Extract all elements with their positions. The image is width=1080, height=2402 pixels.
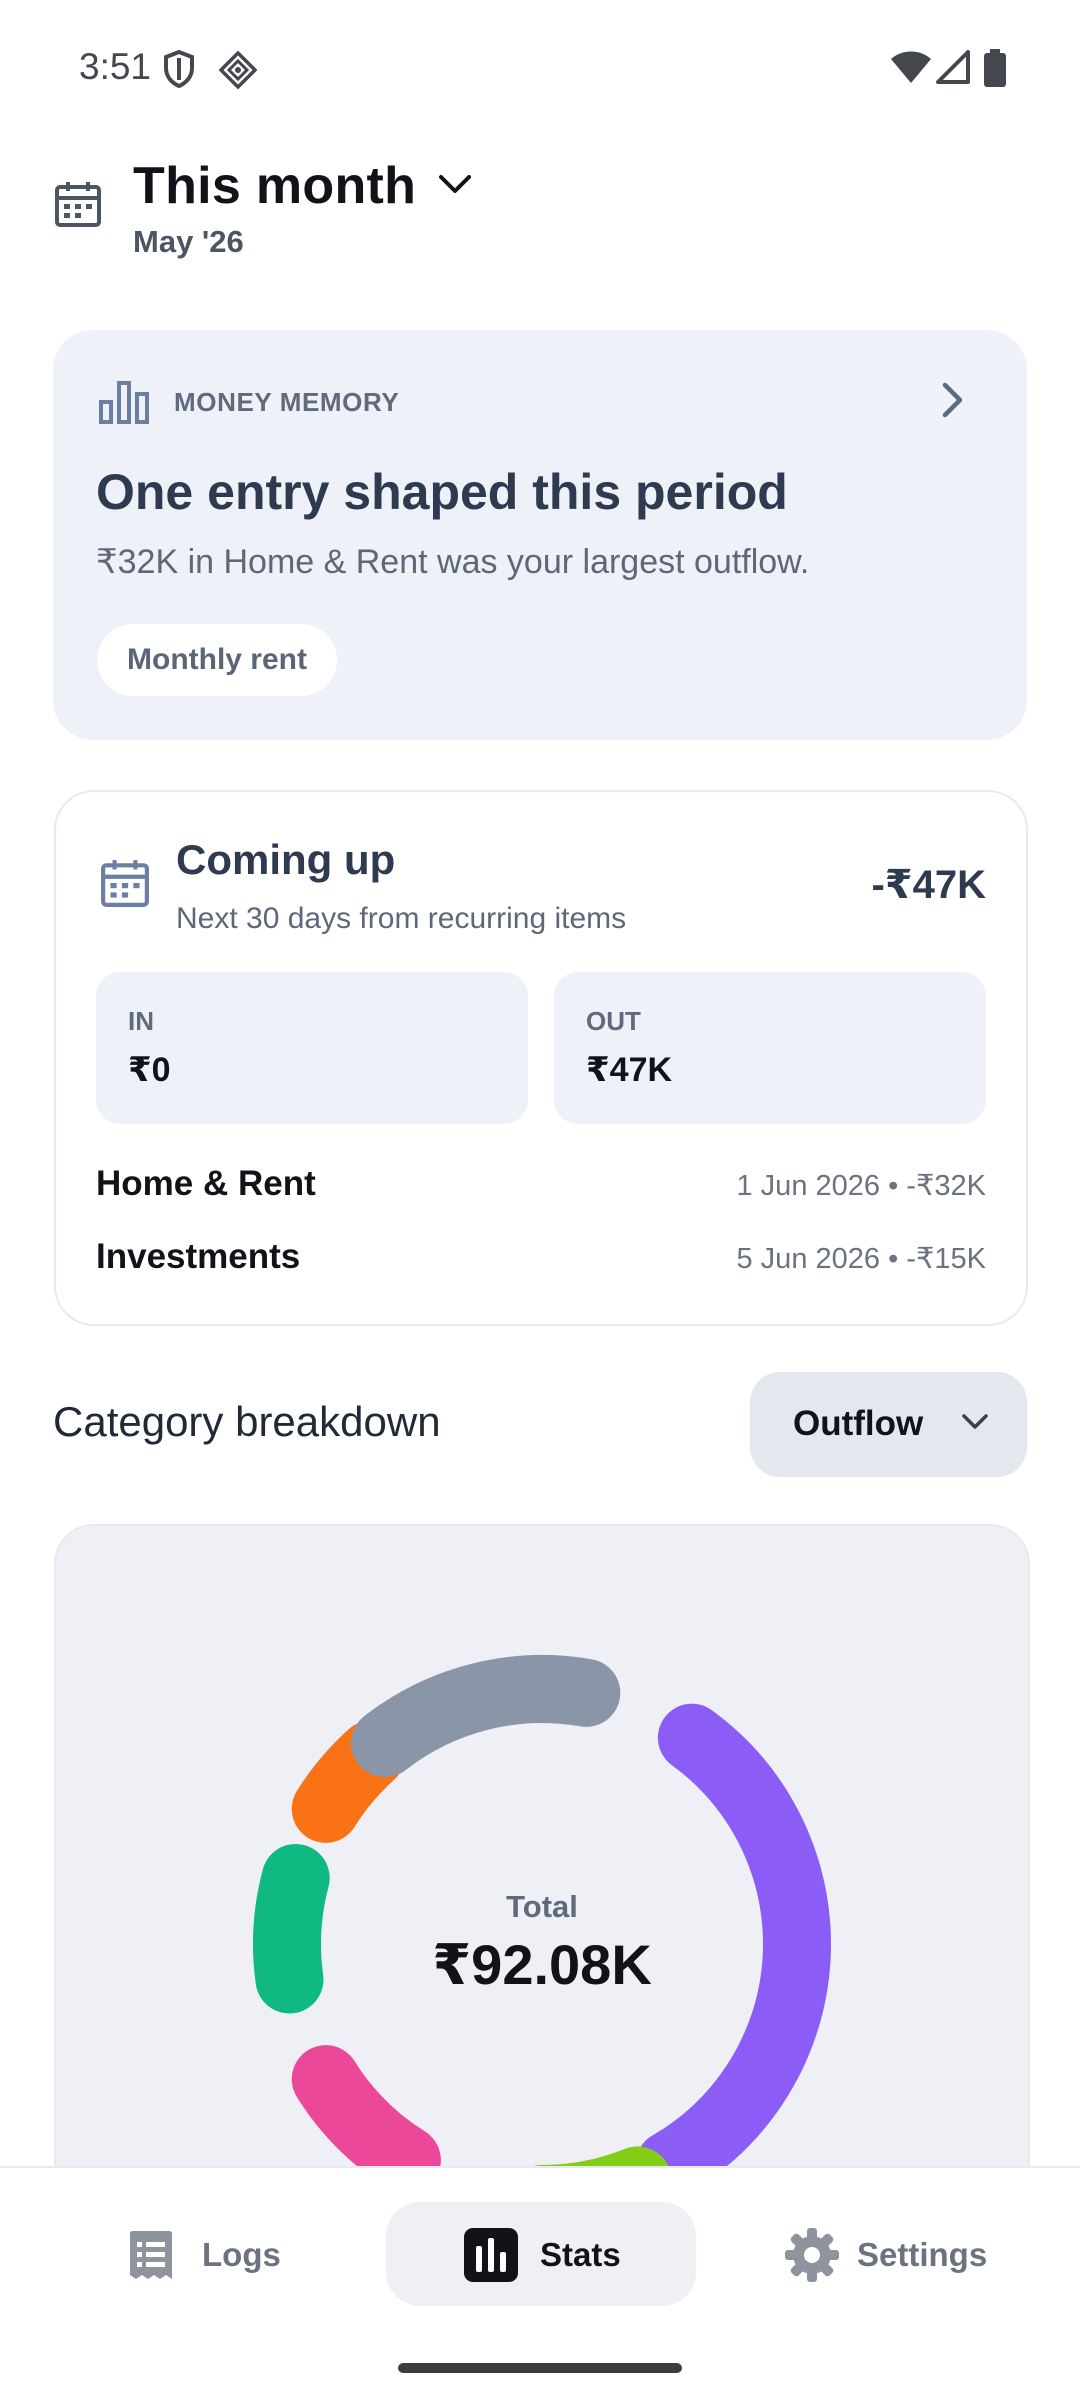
nav-item-settings[interactable]: Settings <box>780 2202 1010 2306</box>
donut-total-label: Total <box>506 1889 578 1924</box>
nav-label-logs: Logs <box>202 2236 281 2273</box>
period-subtitle: May '26 <box>133 224 244 259</box>
donut-segment[interactable] <box>351 1655 621 1778</box>
category-breakdown-title: Category breakdown <box>53 1398 441 1445</box>
money-memory-card[interactable]: MONEY MEMORY One entry shaped this perio… <box>53 330 1027 740</box>
battery-icon <box>984 49 1006 87</box>
flow-type-value: Outflow <box>793 1404 924 1443</box>
coming-up-title: Coming up <box>176 836 396 883</box>
outflow-summary: OUT ₹47K <box>554 972 986 1124</box>
donut-chart <box>253 1655 831 2233</box>
cellular-signal-icon <box>936 50 970 84</box>
shield-icon <box>164 50 194 88</box>
status-time: 3:51 <box>79 46 152 87</box>
outflow-value: ₹47K <box>586 1051 673 1089</box>
vpn-diamond-icon <box>219 51 257 89</box>
recurring-item-name: Home & Rent <box>96 1164 316 1203</box>
gear-icon <box>785 2228 839 2282</box>
recurring-item-meta: 1 Jun 2026 • -₹32K <box>736 1170 987 1202</box>
nav-item-stats[interactable]: Stats <box>386 2202 696 2306</box>
calendar-icon <box>101 860 149 907</box>
donut-total-value: ₹92.08K <box>432 1933 652 1996</box>
coming-up-subtitle: Next 30 days from recurring items <box>176 902 627 935</box>
money-memory-description: ₹32K in Home & Rent was your largest out… <box>96 543 810 581</box>
nav-label-stats: Stats <box>540 2236 621 2273</box>
inflow-label: IN <box>128 1006 154 1036</box>
money-memory-label: MONEY MEMORY <box>174 387 400 417</box>
list-item[interactable]: Home & Rent 1 Jun 2026 • -₹32K <box>96 1164 986 1214</box>
inflow-value: ₹0 <box>128 1051 171 1089</box>
home-indicator <box>398 2363 682 2373</box>
recurring-item-name: Investments <box>96 1237 301 1276</box>
monthly-rent-chip[interactable]: Monthly rent <box>97 624 337 696</box>
recurring-item-meta: 5 Jun 2026 • -₹15K <box>736 1243 987 1275</box>
status-bar: 3:51 <box>0 0 1080 135</box>
inflow-summary: IN ₹0 <box>96 972 528 1124</box>
flow-type-dropdown[interactable]: Outflow <box>750 1372 1027 1477</box>
page-title: This month <box>133 157 417 215</box>
nav-label-settings: Settings <box>857 2236 988 2273</box>
outflow-label: OUT <box>586 1006 641 1036</box>
chevron-down-icon <box>439 175 471 193</box>
coming-up-card: Coming up Next 30 days from recurring it… <box>54 790 1028 1326</box>
calendar-icon <box>55 182 101 227</box>
coming-up-total: -₹47K <box>871 863 986 907</box>
donut-segment[interactable] <box>291 2045 441 2195</box>
nav-item-logs[interactable]: Logs <box>120 2202 300 2306</box>
receipt-icon <box>130 2231 172 2279</box>
category-chart-card: Total ₹92.08K <box>54 1524 1030 2248</box>
bar-chart-icon <box>99 381 149 424</box>
chevron-right-icon[interactable] <box>938 380 968 420</box>
period-selector[interactable]: This month May '26 <box>0 150 1080 270</box>
wifi-icon <box>891 51 931 83</box>
money-memory-title: One entry shaped this period <box>96 464 788 520</box>
list-item[interactable]: Investments 5 Jun 2026 • -₹15K <box>96 1237 986 1287</box>
bar-chart-icon <box>464 2228 518 2282</box>
chevron-down-icon <box>962 1414 988 1429</box>
